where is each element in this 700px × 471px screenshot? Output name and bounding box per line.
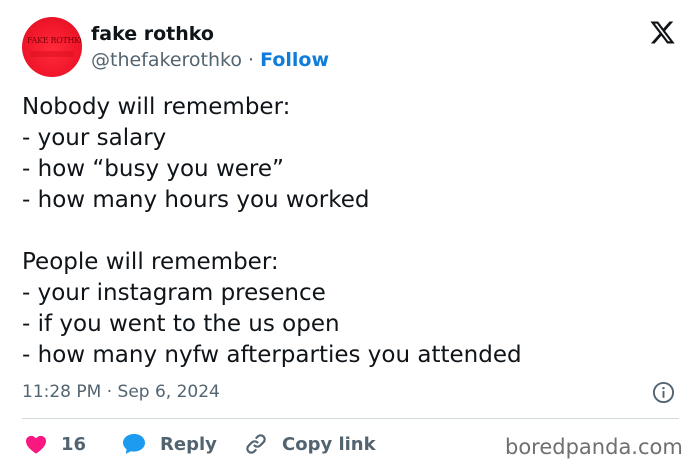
avatar[interactable]: FAKE ROTHKO (22, 17, 82, 77)
follow-button[interactable]: Follow (260, 49, 329, 71)
post-text: Nobody will remember: - your salary - ho… (22, 94, 522, 368)
info-icon[interactable] (652, 381, 675, 404)
avatar-text: FAKE ROTHKO (27, 36, 82, 45)
timestamp[interactable]: 11:28 PM · Sep 6, 2024 (22, 381, 220, 403)
avatar-band (30, 51, 74, 57)
like-button[interactable]: 16 (25, 431, 86, 457)
reply-label: Reply (160, 433, 217, 455)
separator: · (242, 49, 261, 71)
display-name[interactable]: fake rothko (91, 22, 214, 46)
heart-icon (26, 435, 46, 454)
speech-bubble-icon (123, 434, 145, 454)
divider (22, 418, 679, 419)
handle[interactable]: @thefakerothko (91, 49, 242, 71)
copy-link-button[interactable]: Copy link (244, 431, 376, 457)
link-icon (246, 434, 266, 454)
watermark: boredpanda.com (505, 435, 683, 459)
handle-row: @thefakerothko · Follow (91, 48, 329, 72)
reply-button[interactable]: Reply (122, 431, 217, 457)
copy-link-label: Copy link (282, 433, 376, 455)
like-count: 16 (61, 433, 87, 455)
x-logo-icon[interactable] (648, 19, 677, 46)
